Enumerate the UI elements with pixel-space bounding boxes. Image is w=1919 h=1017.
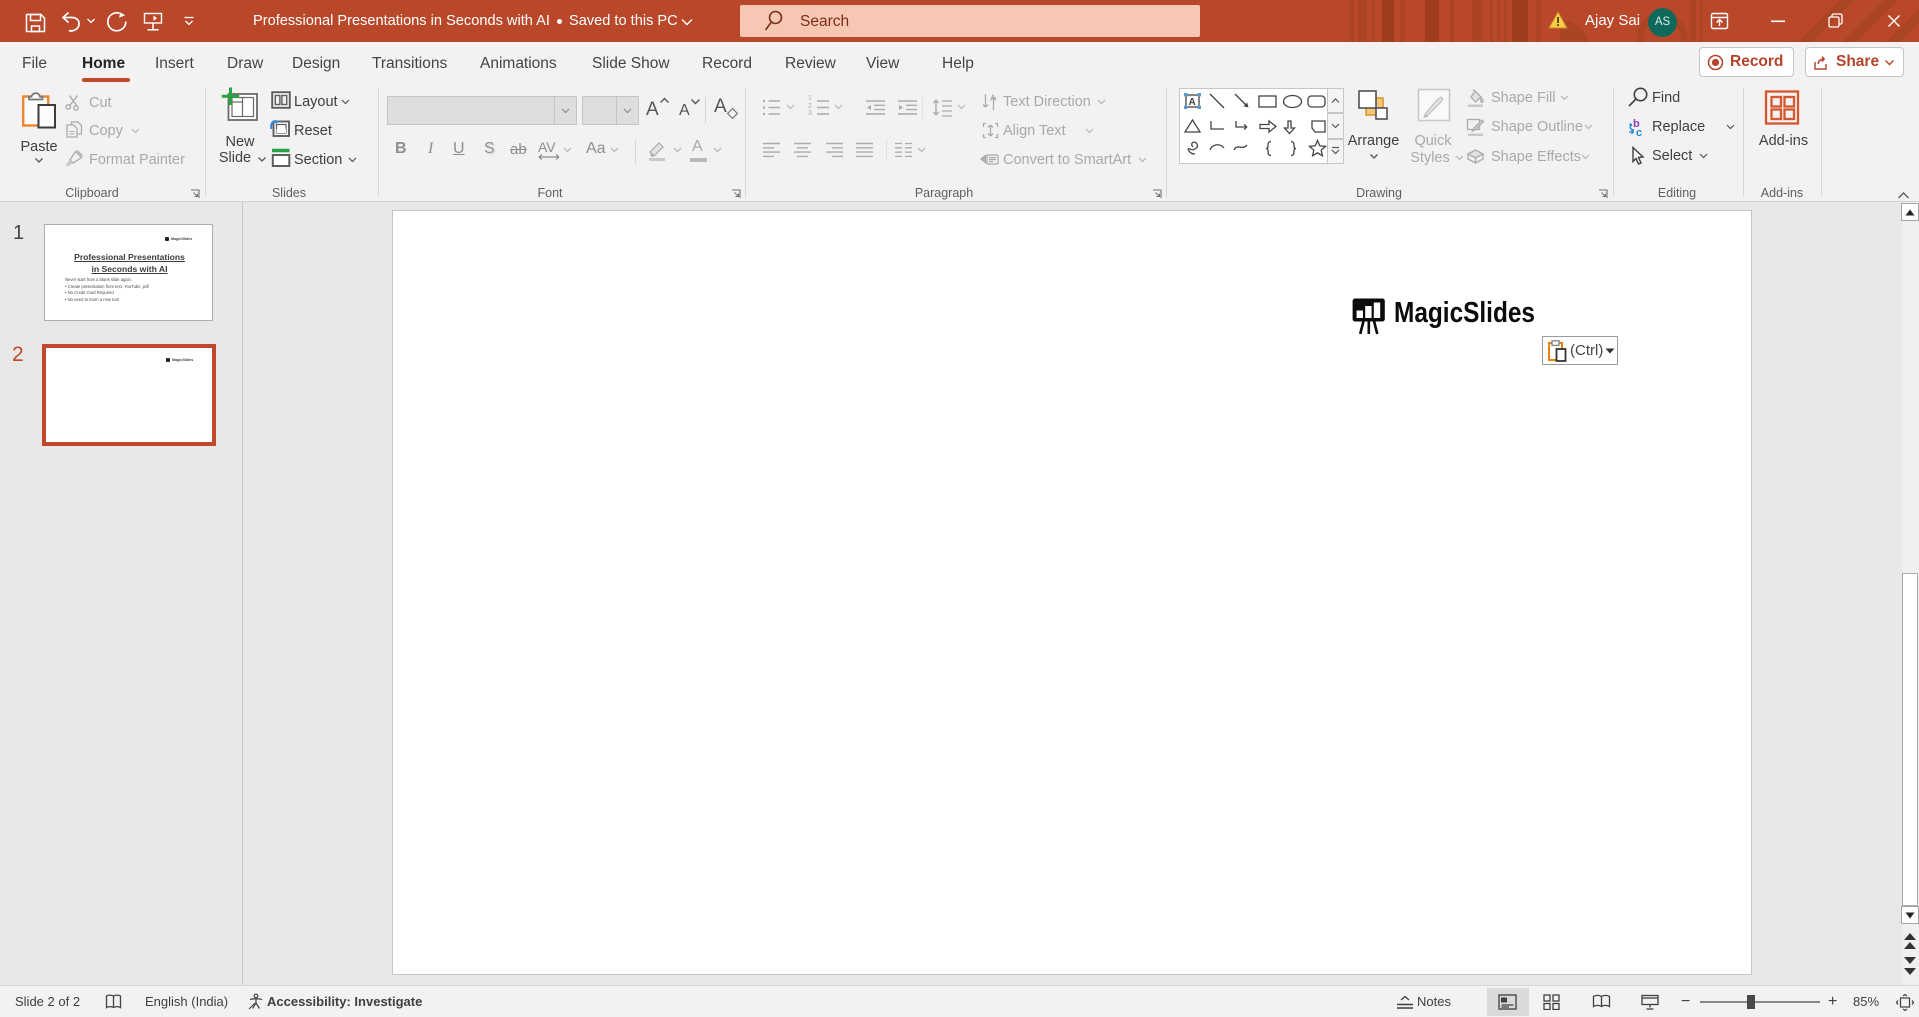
svg-text:MagicSlides: MagicSlides (1394, 297, 1535, 329)
svg-text:c: c (1636, 127, 1642, 137)
svg-text:A: A (1189, 97, 1196, 108)
svg-text:A: A (990, 93, 996, 103)
